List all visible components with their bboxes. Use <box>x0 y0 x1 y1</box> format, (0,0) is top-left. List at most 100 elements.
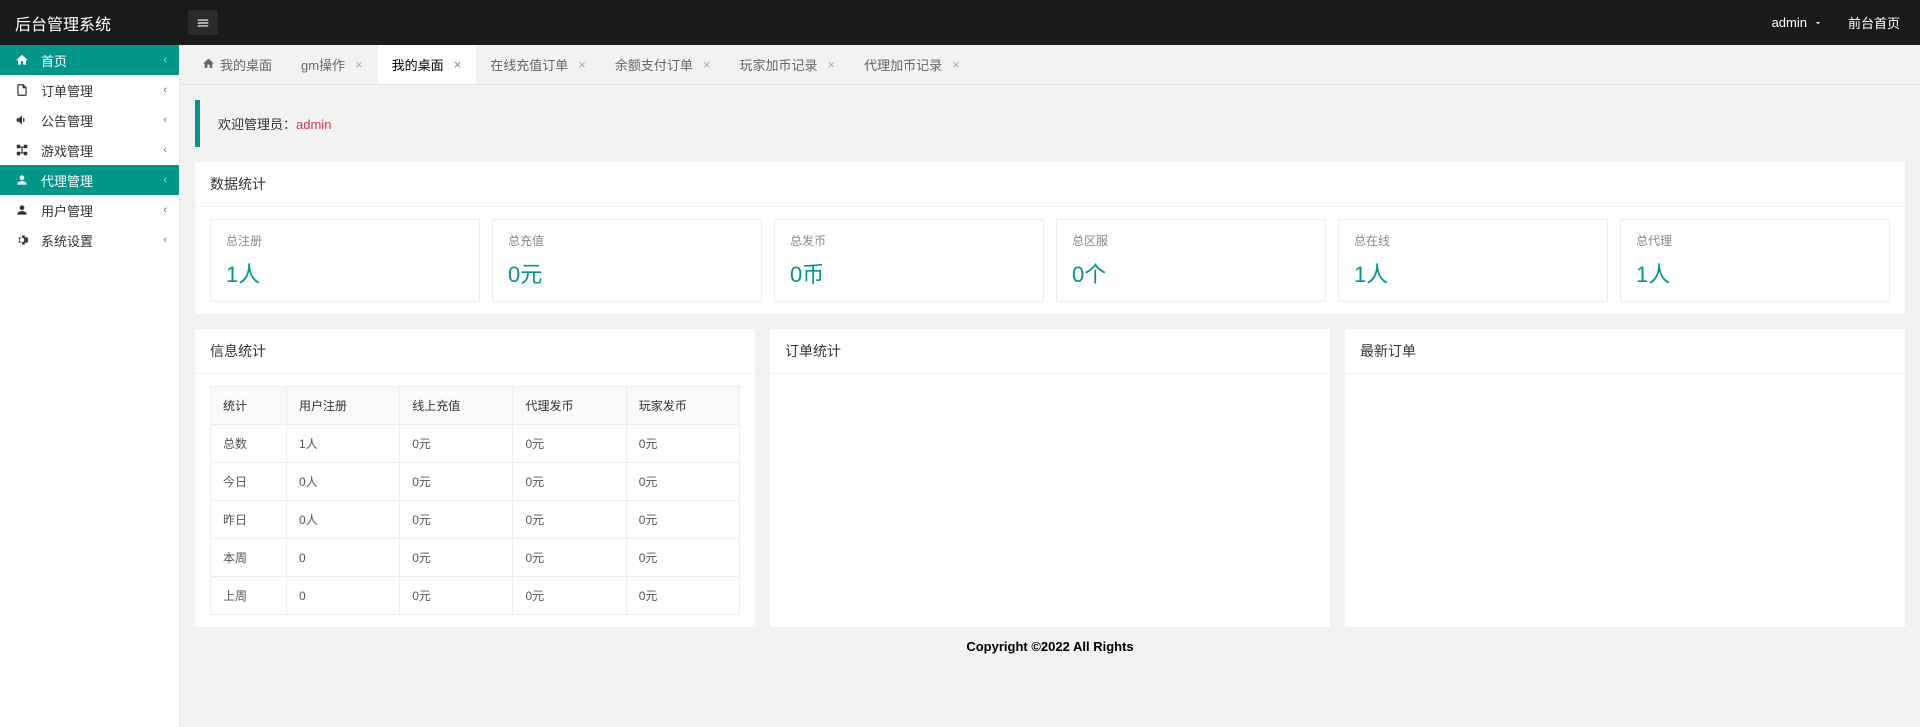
tab-label: 我的桌面 <box>220 55 272 74</box>
stat-value: 1人 <box>1354 257 1592 289</box>
close-icon[interactable]: × <box>703 57 711 72</box>
tab-label: 余额支付订单 <box>615 55 693 74</box>
sidebar-item-5[interactable]: 用户管理 ‹ <box>0 195 179 225</box>
caret-down-icon <box>1813 18 1823 28</box>
table-cell: 0元 <box>626 501 739 539</box>
tree-icon <box>15 143 31 157</box>
welcome-banner: 欢迎管理员：admin <box>195 100 1905 147</box>
sidebar-item-1[interactable]: 订单管理‹ <box>0 75 179 105</box>
table-header: 统计 <box>211 387 287 425</box>
table-cell: 0元 <box>513 425 626 463</box>
front-home-link[interactable]: 前台首页 <box>1848 13 1900 32</box>
tab-6[interactable]: 代理加币记录× <box>850 45 975 84</box>
table-cell: 总数 <box>211 425 287 463</box>
table-cell: 0元 <box>513 463 626 501</box>
table-cell: 0元 <box>626 539 739 577</box>
tab-3[interactable]: 在线充值订单 × <box>476 45 601 84</box>
stats-panel: 数据统计 总注册1人总充值0元总发币0币总区服0个总在线1人总代理1人 <box>195 162 1905 314</box>
user-name: admin <box>1772 15 1807 30</box>
sidebar-item-label: 用户管理 <box>41 201 93 220</box>
tab-2[interactable]: 我的桌面 × <box>378 45 477 84</box>
sidebar-item-0[interactable]: 首页 ‹ <box>0 45 179 75</box>
close-icon[interactable]: × <box>355 57 363 72</box>
table-cell: 0元 <box>626 425 739 463</box>
table-cell: 上周 <box>211 577 287 615</box>
close-icon[interactable]: × <box>578 57 586 72</box>
table-row: 昨日0人0元0元0元 <box>211 501 740 539</box>
tab-1[interactable]: gm操作 × <box>287 45 378 84</box>
sidebar-item-6[interactable]: 系统设置 ‹ <box>0 225 179 255</box>
tab-label: 玩家加币记录 <box>740 55 818 74</box>
footer: Copyright ©2022 All Rights <box>195 627 1905 666</box>
table-row: 今日0人0元0元0元 <box>211 463 740 501</box>
sidebar-item-label: 首页 <box>41 51 67 70</box>
stat-label: 总区服 <box>1072 232 1310 249</box>
doc-icon <box>15 83 31 97</box>
tab-5[interactable]: 玩家加币记录 × <box>726 45 851 84</box>
table-cell: 0元 <box>513 577 626 615</box>
stats-title: 数据统计 <box>195 162 1905 207</box>
sidebar-item-label: 系统设置 <box>41 231 93 250</box>
chevron-left-icon: ‹ <box>163 114 167 126</box>
tab-bar: 我的桌面gm操作×我的桌面×在线充值订单×余额支付订单×玩家加币记录×代理加币记… <box>180 45 1920 85</box>
table-cell: 0元 <box>400 425 513 463</box>
tab-label: 在线充值订单 <box>490 55 568 74</box>
tab-4[interactable]: 余额支付订单 × <box>601 45 726 84</box>
home-icon <box>202 57 215 73</box>
table-row: 本周00元0元0元 <box>211 539 740 577</box>
table-cell: 0元 <box>400 577 513 615</box>
stat-card-5: 总代理1人 <box>1620 219 1890 302</box>
sidebar-item-label: 游戏管理 <box>41 141 93 160</box>
sidebar-item-label: 订单管理 <box>41 81 93 100</box>
info-panel: 信息统计 统计用户注册线上充值代理发币玩家发币 总数1人0元0元0元今日0人0元… <box>195 329 755 627</box>
tab-label: gm操作 <box>301 55 345 74</box>
chevron-left-icon: ‹ <box>163 174 167 186</box>
welcome-user: admin <box>296 117 331 132</box>
sidebar: 首页‹订单管理‹公告管理‹游戏管理‹代理管理‹用户管理‹系统设置‹ <box>0 45 180 727</box>
stat-label: 总代理 <box>1636 232 1874 249</box>
user-dropdown[interactable]: admin <box>1772 15 1823 30</box>
stat-label: 总注册 <box>226 232 464 249</box>
tab-label: 我的桌面 <box>392 55 444 74</box>
user-icon <box>15 173 31 187</box>
tab-0[interactable]: 我的桌面 <box>188 45 287 84</box>
stat-card-1: 总充值0元 <box>492 219 762 302</box>
stat-card-3: 总区服 0个 <box>1056 219 1326 302</box>
table-row: 总数1人0元0元0元 <box>211 425 740 463</box>
table-cell: 0人 <box>287 501 400 539</box>
table-header: 线上充值 <box>400 387 513 425</box>
sidebar-item-4[interactable]: 代理管理 ‹ <box>0 165 179 195</box>
brand-title: 后台管理系统 <box>0 11 180 35</box>
stat-value: 0个 <box>1072 257 1310 289</box>
sidebar-item-3[interactable]: 游戏管理 ‹ <box>0 135 179 165</box>
user-icon <box>15 203 31 217</box>
table-cell: 今日 <box>211 463 287 501</box>
chevron-left-icon: ‹ <box>163 204 167 216</box>
table-cell: 0 <box>287 539 400 577</box>
welcome-prefix: 欢迎管理员： <box>218 117 296 132</box>
info-title: 信息统计 <box>195 329 755 374</box>
close-icon[interactable]: × <box>454 57 462 72</box>
table-cell: 0元 <box>626 463 739 501</box>
sidebar-toggle[interactable] <box>188 10 218 35</box>
sidebar-item-2[interactable]: 公告管理‹ <box>0 105 179 135</box>
chevron-left-icon: ‹ <box>163 144 167 156</box>
table-cell: 0元 <box>400 539 513 577</box>
latest-orders-title: 最新订单 <box>1345 329 1905 374</box>
order-stats-panel: 订单统计 <box>770 329 1330 627</box>
stat-value: 0币 <box>790 257 1028 289</box>
order-stats-title: 订单统计 <box>770 329 1330 374</box>
close-icon[interactable]: × <box>828 57 836 72</box>
chevron-left-icon: ‹ <box>163 54 167 66</box>
table-header: 代理发币 <box>513 387 626 425</box>
chevron-left-icon: ‹ <box>163 234 167 246</box>
table-cell: 0元 <box>626 577 739 615</box>
home-icon <box>15 53 31 67</box>
info-table: 统计用户注册线上充值代理发币玩家发币 总数1人0元0元0元今日0人0元0元0元昨… <box>210 386 740 615</box>
sidebar-item-label: 代理管理 <box>41 171 93 190</box>
stat-value: 0元 <box>508 257 746 289</box>
stat-card-4: 总在线1人 <box>1338 219 1608 302</box>
gear-icon <box>15 233 31 247</box>
close-icon[interactable]: × <box>952 57 960 72</box>
latest-orders-panel: 最新订单 <box>1345 329 1905 627</box>
